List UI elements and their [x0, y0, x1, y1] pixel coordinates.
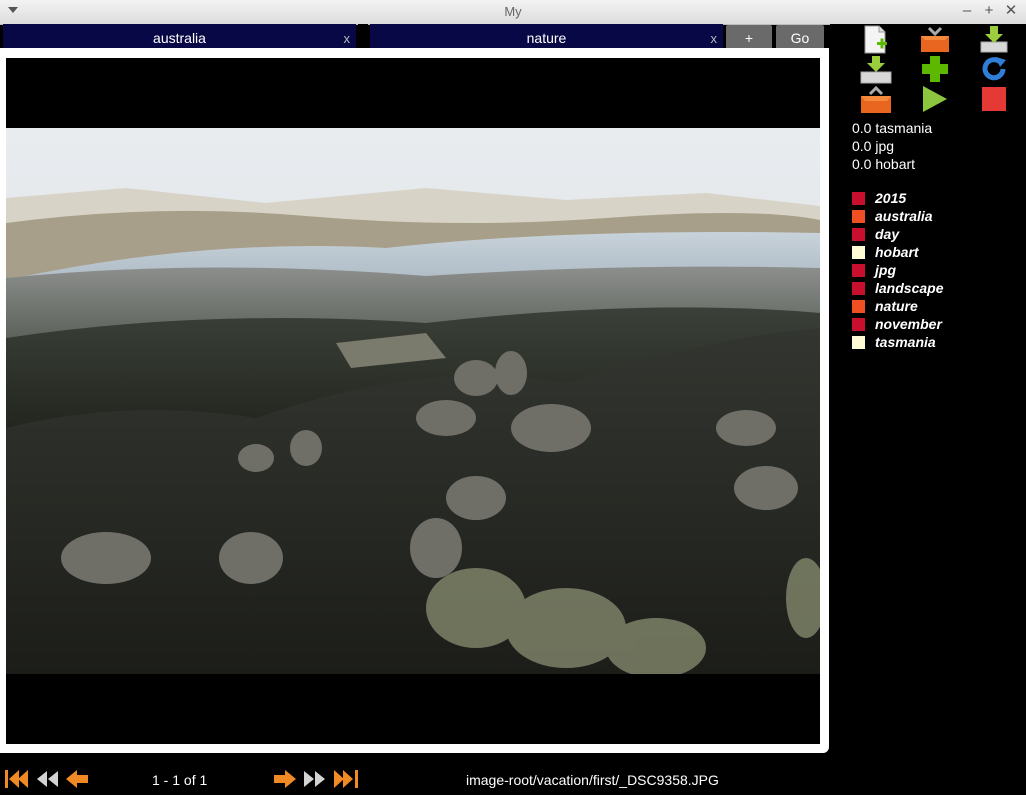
tag-color-swatch — [852, 264, 865, 277]
previous-icon[interactable] — [64, 768, 90, 790]
score-item: 0.0 jpg — [852, 138, 895, 154]
tag-label: hobart — [875, 244, 919, 260]
import-icon[interactable] — [858, 54, 894, 84]
tag-label: landscape — [875, 280, 944, 296]
tag-color-swatch — [852, 318, 865, 331]
tab-label: nature — [526, 30, 567, 46]
previous-fast-icon[interactable] — [34, 768, 60, 790]
next-icon[interactable] — [272, 768, 298, 790]
window-title: My — [504, 4, 522, 19]
tag-color-swatch — [852, 192, 865, 205]
tag-color-swatch — [852, 246, 865, 259]
new-file-icon[interactable] — [858, 24, 894, 54]
close-icon[interactable]: ✕ — [1002, 2, 1020, 20]
tag-label: day — [875, 226, 900, 242]
tag-label: tasmania — [875, 334, 936, 350]
maximize-icon[interactable]: + — [980, 2, 998, 20]
tag-label: australia — [875, 208, 933, 224]
page-info: 1 - 1 of 1 — [152, 772, 208, 788]
add-tab-button[interactable]: + — [726, 25, 772, 49]
tag-label: nature — [875, 298, 918, 314]
refresh-icon[interactable] — [976, 54, 1012, 84]
title-bar: My – + ✕ — [0, 0, 1026, 25]
play-icon[interactable] — [917, 84, 953, 114]
tag-color-swatch — [852, 210, 865, 223]
file-path: image-root/vacation/first/_DSC9358.JPG — [466, 772, 719, 788]
next-fast-icon[interactable] — [302, 768, 328, 790]
tab-query-2[interactable]: nature x — [370, 24, 723, 48]
photo-image[interactable] — [6, 128, 820, 674]
tab-label: australia — [153, 30, 206, 46]
tab-close-button[interactable]: x — [344, 31, 351, 46]
tag-label: jpg — [875, 262, 896, 278]
first-page-icon[interactable] — [4, 768, 30, 790]
tab-close-button[interactable]: x — [711, 31, 718, 46]
open-folder-icon[interactable] — [917, 24, 953, 54]
export-folder-icon[interactable] — [858, 84, 894, 114]
download-icon[interactable] — [976, 24, 1012, 54]
tag-color-swatch — [852, 300, 865, 313]
go-button[interactable]: Go — [776, 25, 824, 49]
tag-color-swatch — [852, 336, 865, 349]
minimize-icon[interactable]: – — [958, 2, 976, 20]
tag-color-swatch — [852, 282, 865, 295]
tag-label: 2015 — [875, 190, 907, 206]
add-icon[interactable] — [917, 54, 953, 84]
stop-icon[interactable] — [976, 84, 1012, 114]
last-page-icon[interactable] — [332, 768, 360, 790]
tab-query-1[interactable]: australia x — [3, 24, 356, 48]
tab-separator — [358, 24, 368, 48]
score-item: 0.0 tasmania — [852, 120, 933, 136]
tag-label: november — [875, 316, 942, 332]
tag-color-swatch — [852, 228, 865, 241]
score-item: 0.0 hobart — [852, 156, 916, 172]
